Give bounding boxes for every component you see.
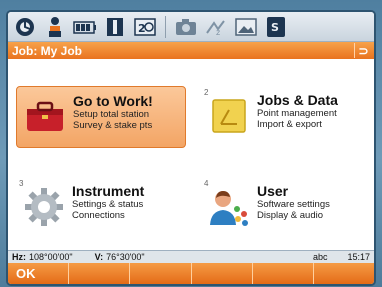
tile-title: Go to Work! xyxy=(73,93,153,109)
softkey-f4[interactable] xyxy=(192,263,253,284)
softkey-f3[interactable] xyxy=(130,263,192,284)
toolbox-icon xyxy=(23,95,67,139)
gear-icon xyxy=(22,185,66,229)
v-label: V: xyxy=(94,252,104,262)
battery-icon[interactable] xyxy=(72,15,98,39)
back-button[interactable]: ⊃ xyxy=(354,43,372,58)
tile-subtitle: Connections xyxy=(72,210,125,221)
tile-user[interactable]: 4 User Software settings Display & audio xyxy=(201,177,367,239)
input-mode: abc xyxy=(312,252,328,262)
target-icon[interactable] xyxy=(102,15,128,39)
memory-icon[interactable]: S xyxy=(263,15,289,39)
softkey-f5[interactable] xyxy=(253,263,314,284)
tile-title: User xyxy=(257,183,289,199)
radio-icon[interactable]: z xyxy=(203,15,229,39)
tile-number: 3 xyxy=(19,179,24,188)
tile-subtitle: Setup total station xyxy=(73,109,150,120)
status-bar: Hz: 108°00'00" V: 76°30'00" abc 15:17 xyxy=(8,250,374,263)
camera-icon[interactable] xyxy=(173,15,199,39)
tile-subtitle: Settings & status xyxy=(72,199,144,210)
toolbar-divider xyxy=(165,15,166,38)
title-bar: Job: My Job ⊃ xyxy=(8,42,374,59)
tile-go-to-work[interactable]: Go to Work! Setup total station Survey &… xyxy=(16,86,186,148)
svg-text:z: z xyxy=(216,28,220,37)
tile-subtitle: Survey & stake pts xyxy=(73,120,153,131)
status-toolbar: 2 z S xyxy=(8,12,374,42)
v-value: 76°30'00" xyxy=(106,252,145,262)
folder-icon xyxy=(207,94,251,138)
surveyor-icon[interactable] xyxy=(42,15,68,39)
tile-subtitle: Display & audio xyxy=(257,210,324,221)
softkey-bar: OK xyxy=(8,263,374,284)
tile-number: 4 xyxy=(204,179,209,188)
tile-instrument[interactable]: 3 Instrument Settings & status Connectio… xyxy=(16,177,186,239)
device-screen: 2 z S Job: My Job ⊃ Go to Work! Setup to… xyxy=(8,12,374,284)
user-icon xyxy=(207,185,251,229)
status-icon[interactable] xyxy=(12,15,38,39)
clock-time: 15:17 xyxy=(347,252,370,262)
tile-subtitle: Point management xyxy=(257,108,337,119)
softkey-f2[interactable] xyxy=(69,263,131,284)
tile-jobs-data[interactable]: 2 Jobs & Data Point management Import & … xyxy=(201,86,367,148)
tile-subtitle: Software settings xyxy=(257,199,330,210)
tile-subtitle: Import & export xyxy=(257,119,322,130)
back-icon: ⊃ xyxy=(358,43,369,58)
ok-button[interactable]: OK xyxy=(8,263,70,284)
tile-title: Instrument xyxy=(72,183,145,199)
tile-number: 2 xyxy=(204,88,209,97)
page-title: Job: My Job xyxy=(12,43,83,58)
svg-text:S: S xyxy=(271,21,279,34)
main-menu: Go to Work! Setup total station Survey &… xyxy=(8,59,374,250)
hz-label: Hz: xyxy=(12,252,26,262)
tile-title: Jobs & Data xyxy=(257,92,338,108)
level-icon[interactable]: 2 xyxy=(132,15,158,39)
image-icon[interactable] xyxy=(233,15,259,39)
hz-value: 108°00'00" xyxy=(29,252,73,262)
softkey-f6[interactable] xyxy=(314,263,374,284)
